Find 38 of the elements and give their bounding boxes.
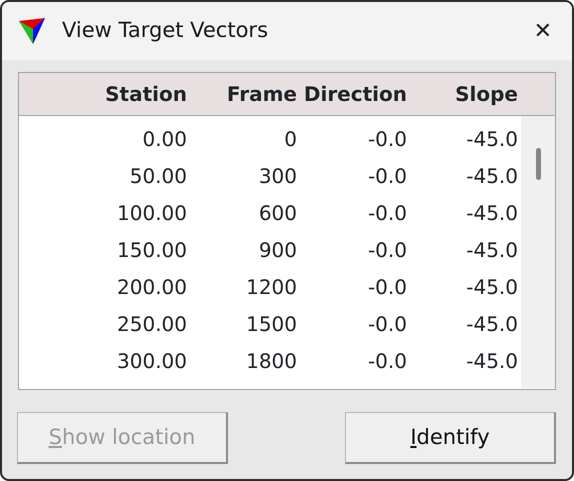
table-cell: 1800 [246,348,297,372]
table-cell: -45.0 [466,274,518,298]
column-header[interactable]: Direction [304,82,407,106]
table-cell: -0.0 [368,348,407,372]
scrollbar[interactable] [521,116,555,388]
table-cell: 0.00 [142,126,187,150]
table-cell: 1200 [246,274,297,298]
table-cell: 900 [258,238,297,262]
window-title: View Target Vectors [62,17,270,44]
table-cell: -45.0 [466,164,518,188]
table-cell: -45.0 [466,348,518,372]
table-cell: -45.0 [466,126,518,150]
table-cell: -0.0 [368,126,407,150]
scrollbar-thumb[interactable] [536,148,541,180]
table-cell: -45.0 [466,238,518,262]
table-cell: -45.0 [466,312,518,336]
table-cell: 100.00 [117,200,187,224]
table-cell: -0.0 [368,274,407,298]
column-header[interactable]: Frame [226,82,297,106]
identify-button[interactable]: Identify [345,412,556,464]
table-cell: 300 [258,164,297,188]
table-cell: 0 [284,126,297,150]
table-cell: 200.00 [117,274,187,298]
column-header[interactable]: Slope [455,82,518,106]
table-cell: 50.00 [130,164,187,188]
table-cell: 150.00 [117,238,187,262]
table-cell: 300.00 [117,348,187,372]
table-cell: 1500 [246,312,297,336]
table-cell: -0.0 [368,164,407,188]
table-cell: -0.0 [368,312,407,336]
table-cell: -45.0 [466,200,518,224]
table-cell: 600 [258,200,297,224]
app-logo-icon [18,17,46,45]
close-button[interactable]: ✕ [528,14,558,48]
table-cell: 250.00 [117,312,187,336]
column-header[interactable]: Station [105,82,187,106]
table-cell: -0.0 [368,200,407,224]
table-cell: -0.0 [368,238,407,262]
